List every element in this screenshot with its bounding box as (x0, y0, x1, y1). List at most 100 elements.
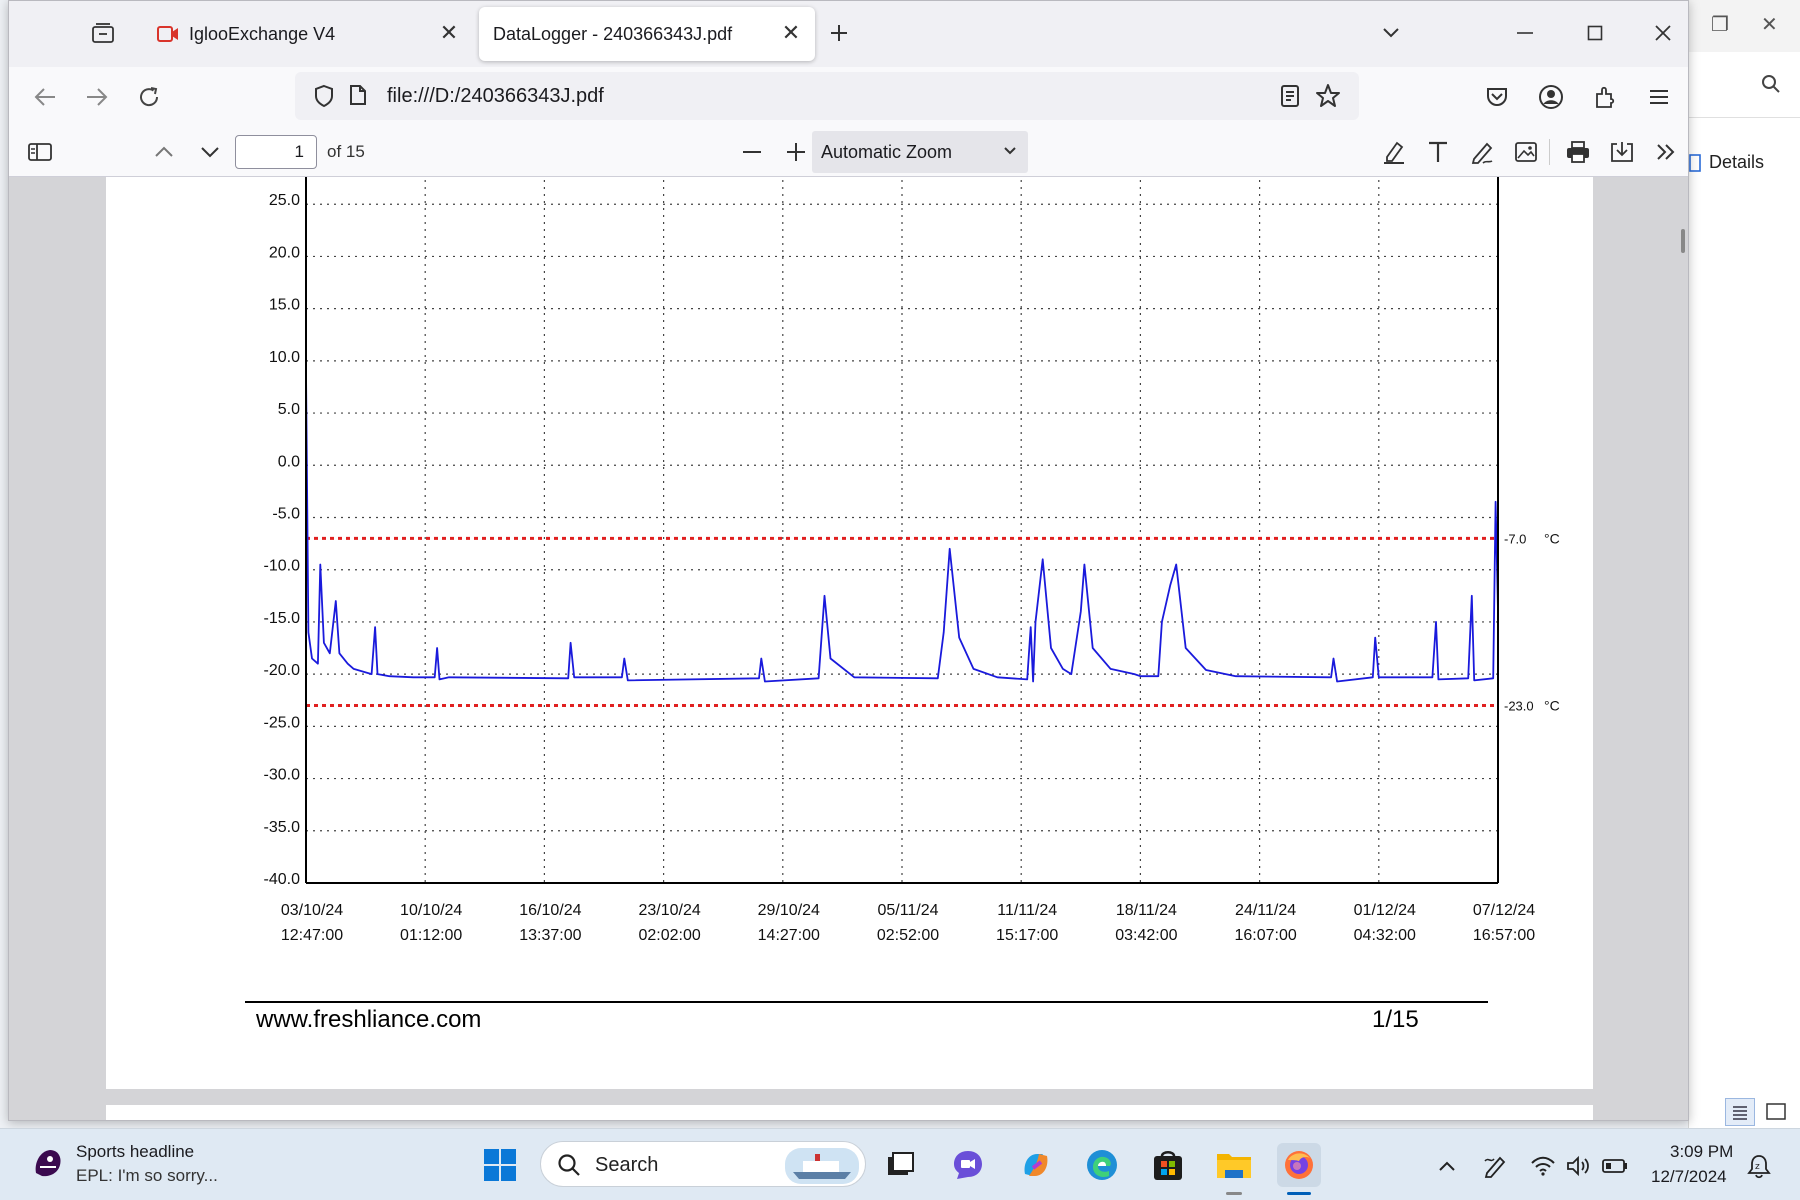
pdf-page: -7.0°C-23.0°C 30.025.020.015.010.05.00.0… (106, 177, 1593, 1089)
search-icon[interactable] (1761, 74, 1781, 99)
menu-icon[interactable] (1641, 79, 1677, 115)
pen-icon[interactable] (1480, 1151, 1510, 1181)
zoom-select[interactable]: Automatic Zoom (812, 131, 1028, 173)
y-tick-label: 15.0 (269, 297, 300, 314)
news-headline-title[interactable]: Sports headline (76, 1142, 194, 1162)
new-tab-icon[interactable] (821, 15, 857, 51)
limit-label: -23.0 (1504, 698, 1534, 713)
shield-icon[interactable] (313, 84, 335, 113)
x-tick-time-label: 16:07:00 (1234, 927, 1296, 944)
image-tool-icon[interactable] (1509, 135, 1543, 169)
taskbar-search[interactable]: Search (540, 1141, 866, 1187)
tab-list-icon[interactable] (85, 15, 121, 51)
reader-view-icon[interactable] (1279, 84, 1301, 113)
tab-iglooexchange[interactable]: IglooExchange V4 ✕ (143, 7, 473, 61)
y-tick-label: 5.0 (278, 401, 300, 418)
video-app-icon (157, 25, 179, 43)
copilot-icon[interactable] (1014, 1143, 1058, 1187)
footer-rule (245, 1001, 1488, 1003)
x-tick-date-label: 05/11/24 (877, 902, 938, 919)
highlight-icon[interactable] (1377, 135, 1411, 169)
wifi-icon[interactable] (1528, 1151, 1558, 1181)
minimize-icon[interactable] (1507, 15, 1543, 51)
y-tick-label: -5.0 (272, 506, 300, 523)
footer-page-number: 1/15 (1372, 1006, 1419, 1033)
x-tick-date-label: 10/10/24 (400, 902, 462, 919)
back-icon[interactable] (27, 79, 63, 115)
volume-icon[interactable] (1564, 1151, 1594, 1181)
extensions-icon[interactable] (1587, 79, 1623, 115)
store-icon[interactable] (1146, 1143, 1190, 1187)
file-explorer-icon[interactable] (1212, 1143, 1256, 1195)
x-tick-time-label: 14:27:00 (758, 927, 820, 944)
pocket-icon[interactable] (1479, 79, 1515, 115)
details-label[interactable]: Details (1709, 152, 1764, 173)
restore-icon[interactable]: ❐ (1711, 12, 1729, 37)
bookmark-star-icon[interactable] (1315, 83, 1341, 114)
close-icon[interactable]: ✕ (1761, 12, 1778, 37)
tab-title: DataLogger - 240366343J.pdf (493, 23, 733, 44)
address-bar[interactable]: file:///D:/240366343J.pdf (295, 72, 1359, 120)
x-tick-date-label: 18/11/24 (1116, 902, 1177, 919)
y-tick-label: -30.0 (264, 767, 301, 784)
news-headline-text[interactable]: EPL: I'm so sorry... (76, 1166, 218, 1186)
toolbar-divider (1549, 139, 1550, 165)
edge-browser-icon[interactable] (1080, 1143, 1124, 1187)
page-number-input[interactable]: 1 (235, 135, 317, 169)
close-window-icon[interactable] (1645, 15, 1681, 51)
tab-datalogger-pdf[interactable]: DataLogger - 240366343J.pdf ✕ (479, 7, 815, 61)
limit-label: -7.0 (1504, 531, 1526, 546)
view-tiles-icon[interactable] (1765, 1102, 1787, 1127)
draw-icon[interactable] (1465, 135, 1499, 169)
tab-bar: IglooExchange V4 ✕ DataLogger - 24036634… (9, 1, 1688, 67)
previous-page-icon[interactable] (147, 135, 181, 169)
x-tick-time-label: 13:37:00 (519, 927, 581, 944)
x-tick-date-label: 24/11/24 (1235, 902, 1296, 919)
close-tab-icon[interactable]: ✕ (779, 20, 803, 45)
view-list-icon[interactable] (1725, 1098, 1755, 1126)
task-view-icon[interactable] (878, 1143, 922, 1187)
print-icon[interactable] (1561, 135, 1595, 169)
clock-time[interactable]: 3:09 PM (1670, 1142, 1733, 1162)
x-tick-time-label: 01:12:00 (400, 927, 462, 944)
pdf-page-next (106, 1105, 1593, 1120)
firefox-icon[interactable] (1277, 1143, 1321, 1195)
sidebar-toggle-icon[interactable] (23, 135, 57, 169)
footer-website: www.freshliance.com (256, 1006, 482, 1033)
taskbar: Sports headline EPL: I'm so sorry... Sea… (0, 1128, 1800, 1200)
save-download-icon[interactable] (1605, 135, 1639, 169)
pdf-viewer[interactable]: -7.0°C-23.0°C 30.025.020.015.010.05.00.0… (9, 177, 1688, 1120)
background-window: ❐ ✕ Details (1688, 0, 1800, 1128)
account-icon[interactable] (1533, 79, 1569, 115)
scrollbar-thumb[interactable] (1681, 229, 1685, 253)
more-tools-icon[interactable] (1649, 135, 1683, 169)
close-tab-icon[interactable]: ✕ (437, 20, 461, 45)
start-icon[interactable] (478, 1143, 522, 1187)
search-highlight-image (785, 1148, 859, 1189)
text-tool-icon[interactable] (1421, 135, 1455, 169)
zoom-in-icon[interactable] (779, 135, 813, 169)
show-hidden-icons-chevron-icon[interactable] (1432, 1151, 1462, 1181)
x-tick-time-label: 16:57:00 (1473, 927, 1535, 944)
browser-window: IglooExchange V4 ✕ DataLogger - 24036634… (8, 0, 1689, 1121)
forward-icon[interactable] (79, 79, 115, 115)
x-tick-date-label: 11/11/24 (997, 902, 1057, 919)
chat-app-icon[interactable] (946, 1143, 990, 1187)
list-all-tabs-chevron-icon[interactable] (1373, 15, 1409, 51)
temperature-chart: -7.0°C-23.0°C 30.025.020.015.010.05.00.0… (264, 177, 1560, 944)
notifications-icon[interactable]: z (1744, 1151, 1774, 1181)
clock-date[interactable]: 12/7/2024 (1651, 1167, 1727, 1187)
battery-icon[interactable] (1600, 1151, 1630, 1181)
running-indicator (1226, 1192, 1242, 1195)
news-widget-icon[interactable] (28, 1143, 68, 1188)
tab-title: IglooExchange V4 (189, 23, 336, 44)
x-tick-date-label: 03/10/24 (281, 902, 343, 919)
maximize-icon[interactable] (1577, 15, 1613, 51)
reload-icon[interactable] (131, 79, 167, 115)
x-tick-date-label: 07/12/24 (1473, 902, 1535, 919)
next-page-icon[interactable] (193, 135, 227, 169)
zoom-out-icon[interactable] (735, 135, 769, 169)
y-tick-label: -15.0 (264, 610, 301, 627)
y-tick-label: 10.0 (269, 349, 300, 366)
url-text[interactable]: file:///D:/240366343J.pdf (387, 85, 604, 108)
